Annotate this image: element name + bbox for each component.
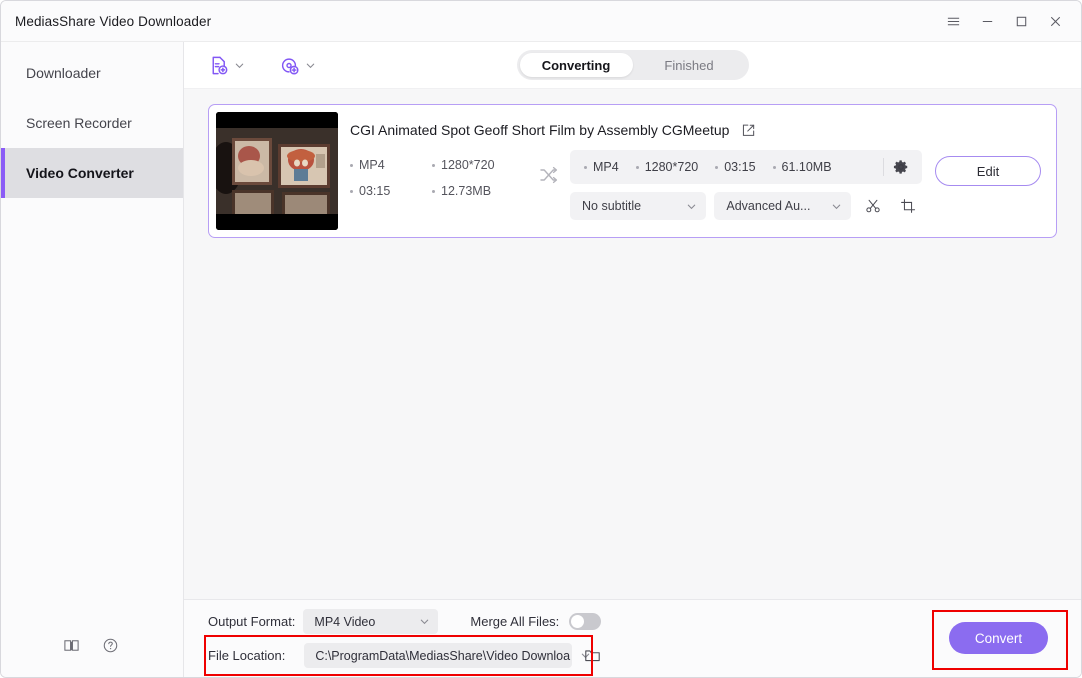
sidebar-item-label: Screen Recorder <box>26 115 132 131</box>
output-duration: 03:15 <box>715 160 756 174</box>
merge-all-files-label: Merge All Files: <box>470 614 560 629</box>
subtitle-select[interactable]: No subtitle <box>570 192 707 220</box>
sidebar-item-screen-recorder[interactable]: Screen Recorder <box>1 98 183 148</box>
output-resolution-value: 1280*720 <box>644 160 699 174</box>
app-body: Downloader Screen Recorder Video Convert… <box>1 42 1081 677</box>
audio-select-value: Advanced Au... <box>726 199 811 213</box>
source-resolution-value: 1280*720 <box>441 158 495 172</box>
tab-finished[interactable]: Finished <box>633 53 746 77</box>
folder-icon[interactable] <box>584 647 601 664</box>
file-location-select[interactable]: C:\ProgramData\MediasShare\Video Downloa <box>304 643 590 668</box>
task-details: CGI Animated Spot Geoff Short Film by As… <box>338 112 1049 230</box>
task-list: CGI Animated Spot Geoff Short Film by As… <box>184 89 1081 599</box>
sidebar-item-downloader[interactable]: Downloader <box>1 48 183 98</box>
subtitle-select-value: No subtitle <box>582 199 642 213</box>
add-disc-button[interactable] <box>279 55 316 76</box>
toolbar: Converting Finished <box>184 42 1081 89</box>
chevron-down-icon <box>831 201 842 212</box>
task-row[interactable]: CGI Animated Spot Geoff Short Film by As… <box>208 104 1057 238</box>
source-resolution: 1280*720 <box>432 158 528 172</box>
convert-button[interactable]: Convert <box>949 622 1048 654</box>
sidebar: Downloader Screen Recorder Video Convert… <box>1 42 184 677</box>
chevron-down-icon <box>409 616 430 627</box>
output-format-select-value: MP4 Video <box>314 614 376 629</box>
source-metadata: MP4 1280*720 03:15 12.73MB <box>350 150 528 198</box>
video-thumbnail <box>216 112 338 230</box>
file-location-label: File Location: <box>208 648 286 663</box>
crop-icon[interactable] <box>894 192 922 220</box>
source-format: MP4 <box>350 158 432 172</box>
add-disc-icon <box>279 55 300 76</box>
chevron-down-icon <box>686 201 697 212</box>
toggle-knob <box>571 615 585 628</box>
output-size: 61.10MB <box>772 160 832 174</box>
sidebar-item-video-converter[interactable]: Video Converter <box>1 148 183 198</box>
shuffle-icon <box>528 150 570 186</box>
source-size: 12.73MB <box>432 184 528 198</box>
output-options-row: No subtitle Advanced Au... <box>570 192 922 220</box>
menu-icon[interactable] <box>937 7 969 35</box>
maximize-icon[interactable] <box>1005 7 1037 35</box>
source-duration: 03:15 <box>350 184 432 198</box>
edit-button[interactable]: Edit <box>935 156 1041 186</box>
bullet-icon <box>584 165 587 169</box>
output-settings: MP4 1280*720 03:15 61.10MB No subtitle A… <box>570 150 922 220</box>
bullet-icon <box>772 165 776 169</box>
close-icon[interactable] <box>1039 7 1071 35</box>
gear-icon[interactable] <box>884 159 918 175</box>
output-format-select[interactable]: MP4 Video <box>303 609 439 634</box>
file-location-row: File Location: C:\ProgramData\MediasShar… <box>208 643 601 668</box>
task-title-row: CGI Animated Spot Geoff Short Film by As… <box>350 112 1049 142</box>
bullet-icon <box>432 163 435 167</box>
output-format-label: Output Format: <box>208 614 296 629</box>
merge-all-files-toggle[interactable] <box>569 613 602 630</box>
bullet-icon <box>432 189 435 193</box>
chevron-down-icon[interactable] <box>305 60 316 71</box>
status-tabs: Converting Finished <box>516 50 749 80</box>
bottom-controls: Output Format: MP4 Video Merge All Files… <box>208 609 602 668</box>
audio-select[interactable]: Advanced Au... <box>714 192 851 220</box>
scissors-icon[interactable] <box>859 192 887 220</box>
task-title: CGI Animated Spot Geoff Short Film by As… <box>350 122 730 138</box>
help-icon[interactable] <box>102 637 119 654</box>
guide-book-icon[interactable] <box>63 637 80 654</box>
source-duration-value: 03:15 <box>359 184 391 198</box>
minimize-icon[interactable] <box>971 7 1003 35</box>
output-metadata: MP4 1280*720 03:15 61.10MB <box>570 150 922 184</box>
output-size-value: 61.10MB <box>781 160 832 174</box>
source-size-value: 12.73MB <box>441 184 492 198</box>
bullet-icon <box>635 165 639 169</box>
add-file-icon <box>208 55 229 76</box>
app-title: MediasShare Video Downloader <box>15 13 212 29</box>
source-format-value: MP4 <box>359 158 385 172</box>
sidebar-item-label: Video Converter <box>26 165 134 181</box>
window-controls <box>937 7 1071 35</box>
tab-converting[interactable]: Converting <box>519 53 633 77</box>
sidebar-item-label: Downloader <box>26 65 101 81</box>
chevron-down-icon[interactable] <box>234 60 245 71</box>
bottom-bar: Output Format: MP4 Video Merge All Files… <box>184 599 1081 677</box>
output-duration-value: 03:15 <box>724 160 756 174</box>
file-location-value: C:\ProgramData\MediasShare\Video Downloa <box>315 648 571 663</box>
edit-icon[interactable] <box>741 123 756 138</box>
title-bar: MediasShare Video Downloader <box>1 1 1081 42</box>
sidebar-footer <box>1 613 183 677</box>
merge-all-files-row: Merge All Files: <box>470 613 602 630</box>
bullet-icon <box>350 189 353 193</box>
output-format: MP4 <box>584 160 619 174</box>
bullet-icon <box>350 163 353 167</box>
add-file-button[interactable] <box>208 55 245 76</box>
output-format-value: MP4 <box>593 160 619 174</box>
task-conversion-row: MP4 1280*720 03:15 12.73MB MP4 1280*720 … <box>350 142 1049 230</box>
main-panel: Converting Finished CGI Animated Spot Ge… <box>184 42 1081 677</box>
app-window: MediasShare Video Downloader Downloader … <box>0 0 1082 678</box>
output-format-row: Output Format: MP4 Video Merge All Files… <box>208 609 602 634</box>
bullet-icon <box>715 165 719 169</box>
output-resolution: 1280*720 <box>635 160 699 174</box>
